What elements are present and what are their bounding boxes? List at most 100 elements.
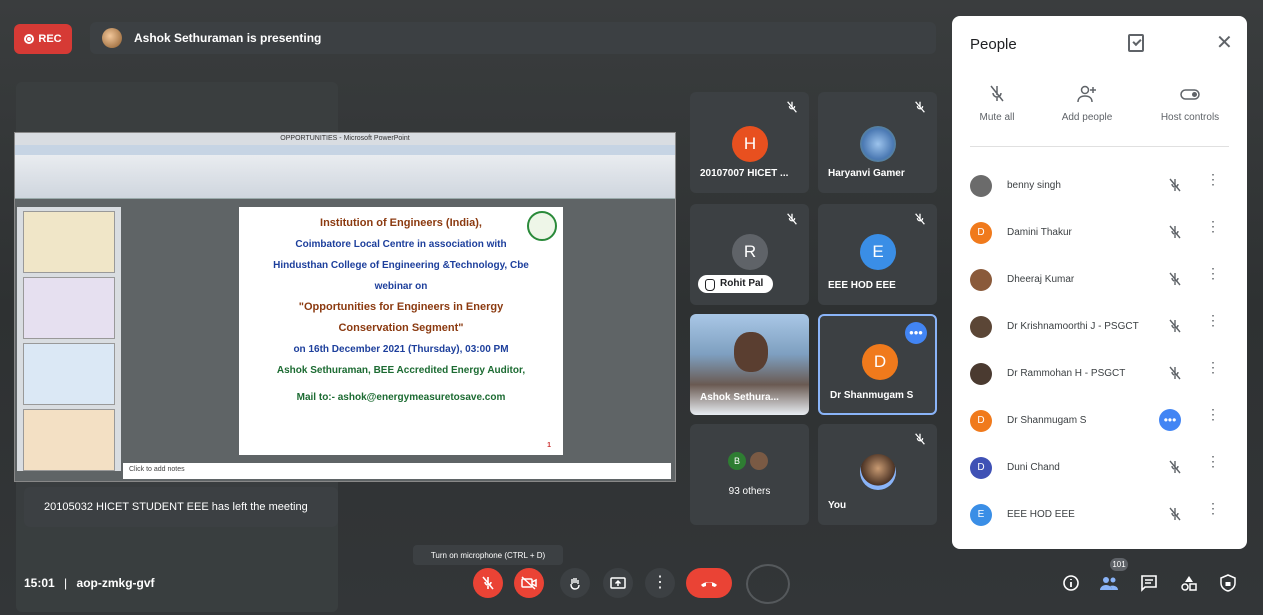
close-icon[interactable]: ✕: [1216, 30, 1233, 55]
list-item[interactable]: D Dr Shanmugam S ••• ⋮: [952, 397, 1247, 444]
others-tile[interactable]: B 93 others: [690, 424, 809, 525]
raise-hand-button[interactable]: [560, 568, 590, 598]
panel-actions: Mute all Add people Host controls: [952, 84, 1247, 134]
microphone-button[interactable]: [473, 568, 503, 598]
slide-line: Conservation Segment": [338, 322, 464, 334]
meeting-info: 15:01 | aop-zmkg-gvf: [24, 576, 155, 590]
slide-line: Coimbatore Local Centre in association w…: [295, 239, 507, 250]
present-button[interactable]: [603, 568, 633, 598]
participant-name: 20107007 HICET ...: [700, 168, 789, 179]
more-options-icon[interactable]: ⋮: [1206, 360, 1220, 374]
ppt-workspace: Institution of Engineers (India), Coimba…: [15, 199, 675, 481]
leave-call-button[interactable]: [686, 568, 732, 598]
add-person-icon: [1077, 85, 1096, 103]
participant-list: benny singh ⋮ D Damini Thakur ⋮ Dheeraj …: [952, 162, 1247, 538]
presenter-avatar: [102, 28, 122, 48]
mic-off-icon[interactable]: [1167, 506, 1183, 522]
mic-off-icon: [990, 85, 1004, 102]
record-icon: [24, 34, 35, 44]
participant-name: benny singh: [1007, 180, 1061, 191]
host-controls-button[interactable]: Host controls: [1150, 84, 1230, 123]
speaking-indicator-icon: •••: [905, 322, 927, 344]
participant-name: Dr Shanmugam S: [1007, 415, 1087, 426]
participant-name: Dr Shanmugam S: [830, 390, 914, 401]
list-item[interactable]: E EEE HOD EEE ⋮: [952, 491, 1247, 538]
slide-line: Institution of Engineers (India),: [320, 217, 482, 229]
activities-button[interactable]: [1178, 572, 1200, 594]
activities-icon: [1181, 576, 1197, 591]
participant-tile[interactable]: Haryanvi Gamer: [818, 92, 937, 193]
checklist-icon[interactable]: [1128, 34, 1144, 52]
self-tile[interactable]: You: [818, 424, 937, 525]
participant-tile[interactable]: R Rohit Pal: [690, 204, 809, 305]
list-item[interactable]: D Duni Chand ⋮: [952, 444, 1247, 491]
avatar: E: [860, 234, 896, 270]
mute-all-button[interactable]: Mute all: [972, 84, 1022, 123]
mic-off-icon[interactable]: [1167, 271, 1183, 287]
participant-name: Dr Rammohan H - PSGCT: [1007, 368, 1126, 379]
camera-button[interactable]: [514, 568, 544, 598]
chat-icon: [1141, 575, 1157, 592]
more-options-icon[interactable]: ⋮: [1206, 407, 1220, 421]
avatar: [970, 174, 992, 197]
iei-logo: [527, 211, 557, 241]
meeting-details-button[interactable]: [1060, 572, 1082, 594]
participant-tile-active[interactable]: ••• D Dr Shanmugam S: [818, 314, 937, 415]
more-options-icon[interactable]: ⋮: [1206, 219, 1220, 233]
mic-off-icon[interactable]: [1167, 177, 1183, 193]
avatar: [750, 452, 768, 470]
list-item[interactable]: D Damini Thakur ⋮: [952, 209, 1247, 256]
more-options-icon[interactable]: ⋮: [1206, 266, 1220, 280]
host-controls-bottom-button[interactable]: [1217, 572, 1239, 594]
more-options-icon[interactable]: ⋮: [1206, 454, 1220, 468]
participant-tile[interactable]: Ashok Sethura...: [690, 314, 809, 415]
presenter-video: [734, 332, 768, 372]
left-meeting-toast: 20105032 HICET STUDENT EEE has left the …: [24, 487, 338, 527]
people-panel: People ✕ Mute all Add people Host contro…: [952, 16, 1247, 549]
window-title: OPPORTUNITIES - Microsoft PowerPoint: [15, 133, 675, 145]
panel-title: People: [970, 36, 1017, 53]
people-button[interactable]: [1098, 572, 1120, 594]
more-options-icon[interactable]: ⋮: [1206, 501, 1220, 515]
slide-thumbnail: [23, 277, 115, 339]
info-icon: [1063, 575, 1079, 591]
mic-off-icon[interactable]: [1167, 365, 1183, 381]
participant-name: EEE HOD EEE: [1007, 509, 1075, 520]
list-item[interactable]: Dr Rammohan H - PSGCT ⋮: [952, 350, 1247, 397]
slide-thumbnails: [17, 207, 121, 471]
faded-control: [746, 564, 790, 604]
list-item[interactable]: Dr Krishnamoorthi J - PSGCT ⋮: [952, 303, 1247, 350]
slide-line: webinar on: [374, 281, 428, 292]
more-options-icon[interactable]: ⋮: [1206, 313, 1220, 327]
mic-off-icon[interactable]: [1167, 459, 1183, 475]
list-item[interactable]: Dheeraj Kumar ⋮: [952, 256, 1247, 303]
participant-name: Ashok Sethura...: [700, 392, 779, 403]
more-options-button[interactable]: ⋮: [645, 568, 675, 598]
meet-stage: REC Ashok Sethuraman is presenting OPPOR…: [0, 0, 1263, 615]
avatar: D: [970, 221, 992, 244]
mic-off-icon[interactable]: [1167, 318, 1183, 334]
mic-off-icon: [915, 213, 925, 225]
mic-off-icon: [787, 213, 797, 225]
slide-page-number: 1: [547, 442, 551, 449]
slide-thumbnail: [23, 343, 115, 405]
recording-indicator[interactable]: REC: [14, 24, 72, 54]
raised-hand-label: Rohit Pal: [698, 275, 774, 293]
list-item[interactable]: benny singh ⋮: [952, 162, 1247, 209]
slide-line: on 16th December 2021 (Thursday), 03:00 …: [293, 344, 509, 355]
ribbon-toolbar: [15, 155, 675, 199]
recording-label: REC: [38, 33, 62, 45]
more-vert-icon: ⋮: [652, 574, 668, 591]
avatar: D: [970, 456, 992, 479]
participant-tile[interactable]: H 20107007 HICET ...: [690, 92, 809, 193]
participant-tile[interactable]: E EEE HOD EEE: [818, 204, 937, 305]
mic-off-icon[interactable]: [1167, 224, 1183, 240]
avatar: [970, 268, 992, 291]
shield-lock-icon: [1220, 574, 1236, 592]
notes-field: Click to add notes: [123, 463, 671, 479]
more-options-icon[interactable]: ⋮: [1206, 172, 1220, 186]
add-people-button[interactable]: Add people: [1052, 84, 1122, 123]
chat-button[interactable]: [1138, 572, 1160, 594]
slide-line: Ashok Sethuraman, BEE Accredited Energy …: [276, 365, 526, 376]
others-count: 93 others: [728, 486, 771, 497]
